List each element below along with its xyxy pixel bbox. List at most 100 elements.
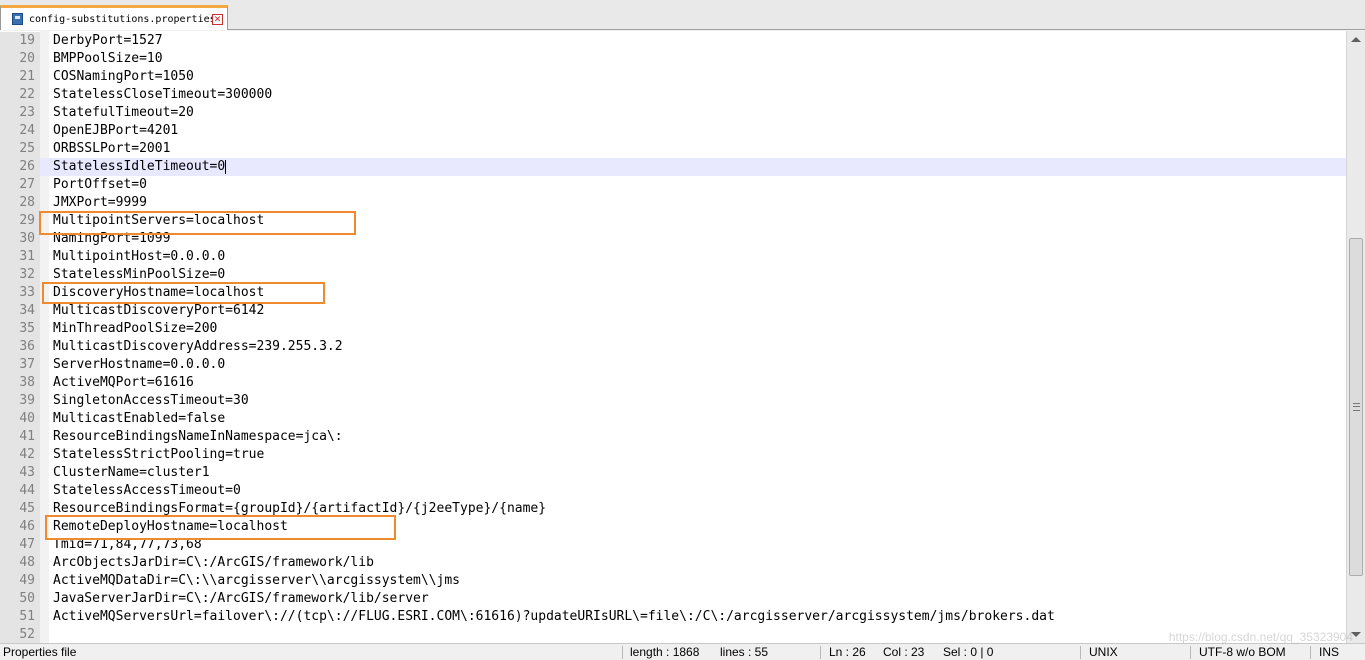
line-text: ArcObjectsJarDir=C\:/ArcGIS/framework/li… [53,555,374,570]
line-text: ActiveMQServersUrl=failover\://(tcp\://F… [53,609,1055,624]
code-line[interactable]: 50 JavaServerJarDir=C\:/ArcGIS/framework/… [0,590,1346,608]
line-number: 20 [19,51,35,66]
line-number: 36 [19,339,35,354]
line-gutter: 43 [0,464,40,482]
code-line[interactable]: 24 OpenEJBPort=4201 [0,122,1346,140]
line-gutter: 19 [0,32,40,50]
line-text: MinThreadPoolSize=200 [53,321,218,336]
status-eol[interactable]: UNIX [1089,645,1118,660]
code-line[interactable]: 31 MultipointHost=0.0.0.0 [0,248,1346,266]
line-number: 32 [19,267,35,282]
code-line[interactable]: 42 StatelessStrictPooling=true [0,446,1346,464]
line-gutter: 36 [0,338,40,356]
code-line[interactable]: 34 MulticastDiscoveryPort=6142 [0,302,1346,320]
line-gutter: 25 [0,140,40,158]
code-line[interactable]: 52 [0,626,1346,643]
line-number: 21 [19,69,35,84]
line-gutter: 51 [0,608,40,626]
status-divider [1080,646,1081,659]
line-gutter: 32 [0,266,40,284]
file-tab[interactable]: config-substitutions.properties ✕ [0,5,228,30]
code-line[interactable]: 41 ResourceBindingsNameInNamespace=jca\: [0,428,1346,446]
code-line[interactable]: 38 ActiveMQPort=61616 [0,374,1346,392]
line-number: 51 [19,609,35,624]
watermark: https://blog.csdn.net/qq_35323904 [1168,630,1353,644]
status-bar: Properties file length : 1868 lines : 55… [0,643,1365,659]
line-gutter: 22 [0,86,40,104]
code-line[interactable]: 22 StatelessCloseTimeout=300000 [0,86,1346,104]
highlight-box-discovery-hostname [42,282,325,304]
status-mode[interactable]: INS [1319,645,1339,660]
status-file-type: Properties file [3,645,77,659]
line-text: MulticastDiscoveryPort=6142 [53,303,265,318]
editor-area[interactable]: 19 DerbyPort=1527 20 BMPPoolSize=10 21 COSNam… [0,31,1346,643]
code-line[interactable]: 40 MulticastEnabled=false [0,410,1346,428]
line-gutter: 52 [0,626,40,643]
code-line[interactable]: 36 MulticastDiscoveryAddress=239.255.3.2 [0,338,1346,356]
save-file-icon [12,13,23,25]
line-number: 27 [19,177,35,192]
code-line[interactable]: 25 ORBSSLPort=2001 [0,140,1346,158]
line-text: COSNamingPort=1050 [53,69,194,84]
code-line[interactable]: 23 StatefulTimeout=20 [0,104,1346,122]
line-gutter: 34 [0,302,40,320]
scroll-up-arrow-icon[interactable] [1351,37,1361,42]
code-line[interactable]: 51 ActiveMQServersUrl=failover\://(tcp\:/… [0,608,1346,626]
status-divider [820,646,821,659]
code-line[interactable]: 43 ClusterName=cluster1 [0,464,1346,482]
status-length: length : 1868 [630,645,700,659]
line-number: 46 [19,519,35,534]
status-divider [1190,646,1191,659]
line-number: 49 [19,573,35,588]
line-gutter: 23 [0,104,40,122]
vertical-scrollbar[interactable] [1346,31,1365,643]
code-line[interactable]: 37 ServerHostname=0.0.0.0 [0,356,1346,374]
line-text: SingletonAccessTimeout=30 [53,393,249,408]
status-ln: Ln : 26 [829,645,866,659]
status-divider [622,646,623,659]
line-number: 19 [19,33,35,48]
line-number: 33 [19,285,35,300]
code-line[interactable]: 28 JMXPort=9999 [0,194,1346,212]
line-number: 48 [19,555,35,570]
line-gutter: 50 [0,590,40,608]
line-gutter: 42 [0,446,40,464]
code-line[interactable]: 19 DerbyPort=1527 [0,32,1346,50]
line-number: 38 [19,375,35,390]
code-line[interactable]: 44 StatelessAccessTimeout=0 [0,482,1346,500]
line-text: ServerHostname=0.0.0.0 [53,357,226,372]
code-line[interactable]: 35 MinThreadPoolSize=200 [0,320,1346,338]
code-line[interactable]: 20 BMPPoolSize=10 [0,50,1346,68]
code-line[interactable]: 49 ActiveMQDataDir=C\:\\arcgisserver\\arc… [0,572,1346,590]
line-gutter: 31 [0,248,40,266]
code-line[interactable]: 27 PortOffset=0 [0,176,1346,194]
line-number: 47 [19,537,35,552]
line-gutter: 21 [0,68,40,86]
line-gutter: 38 [0,374,40,392]
line-number: 26 [19,159,35,174]
text-caret [225,160,227,174]
line-number: 50 [19,591,35,606]
line-text: ResourceBindingsNameInNamespace=jca\: [53,429,343,444]
line-text: MultipointHost=0.0.0.0 [53,249,226,264]
line-number: 52 [19,627,35,642]
line-text: JMXPort=9999 [53,195,147,210]
line-number: 42 [19,447,35,462]
line-gutter: 29 [0,212,40,230]
line-gutter: 28 [0,194,40,212]
line-text: PortOffset=0 [53,177,147,192]
grip-icon [1353,403,1360,411]
status-divider [1310,646,1311,659]
line-text: ClusterName=cluster1 [53,465,210,480]
line-gutter: 44 [0,482,40,500]
code-line[interactable]: 39 SingletonAccessTimeout=30 [0,392,1346,410]
scrollbar-thumb[interactable] [1349,238,1363,576]
line-number: 25 [19,141,35,156]
status-encoding[interactable]: UTF-8 w/o BOM [1199,645,1286,660]
close-tab-icon[interactable]: ✕ [212,13,223,25]
code-line[interactable]: 26 StatelessIdleTimeout=0 [0,158,1346,176]
code-line[interactable]: 21 COSNamingPort=1050 [0,68,1346,86]
line-gutter: 27 [0,176,40,194]
line-number: 30 [19,231,35,246]
code-line[interactable]: 48 ArcObjectsJarDir=C\:/ArcGIS/framework/… [0,554,1346,572]
